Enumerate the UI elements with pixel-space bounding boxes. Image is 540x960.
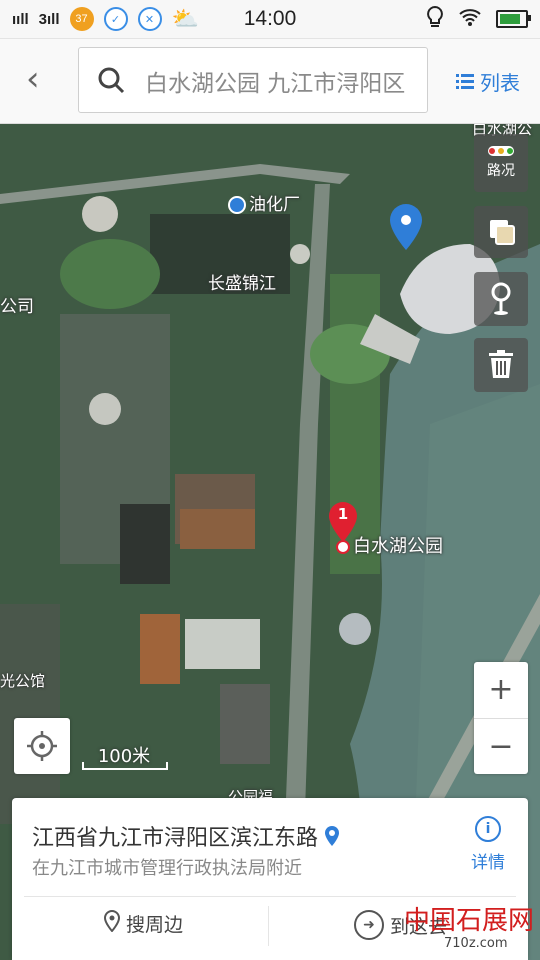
lightbulb-icon [426, 5, 444, 34]
marker-number: 1 [337, 505, 349, 523]
marker-tool-button[interactable] [474, 272, 528, 326]
watermark-url: 710z.com [444, 936, 508, 951]
zoom-in-button[interactable]: + [474, 662, 528, 718]
zoom-control: + − [474, 662, 528, 774]
bus-stop-icon [228, 196, 246, 214]
address-text: 江西省九江市浔阳区滨江东路 [32, 826, 319, 851]
map-scale: 100米 [82, 742, 168, 772]
scale-bar [82, 762, 168, 770]
status-bar: ııll 3ıll 37 ✓ ✕ ⛅ 14:00 [0, 0, 540, 39]
layers-icon [488, 218, 516, 250]
list-icon [456, 70, 474, 94]
info-icon: i [475, 816, 501, 842]
site-watermark: 中国石展网 710z.com [340, 896, 540, 960]
list-button[interactable]: 列表 [456, 67, 520, 96]
action-divider [268, 906, 269, 946]
search-icon [97, 66, 125, 98]
locate-me-button[interactable] [14, 718, 70, 774]
poi-dot-icon [336, 540, 350, 554]
map-label-company[interactable]: 公司 [0, 292, 34, 317]
zoom-out-button[interactable]: − [474, 719, 528, 775]
crosshair-icon [27, 731, 57, 765]
search-box[interactable]: 白水湖公园 九江市浔阳区 [78, 47, 428, 113]
search-nearby-label: 搜周边 [126, 914, 184, 936]
wifi-icon [458, 7, 482, 32]
search-header: ‹ 白水湖公园 九江市浔阳区 列表 [0, 39, 540, 124]
trash-icon [489, 350, 513, 382]
address-line: 江西省九江市浔阳区滨江东路 [32, 820, 340, 852]
back-button[interactable]: ‹ [26, 59, 56, 99]
traffic-button[interactable]: 路况 [474, 134, 528, 192]
station-name: 油化厂 [249, 195, 300, 215]
map-pin-icon [490, 282, 512, 320]
layers-button[interactable] [474, 206, 528, 258]
traffic-label: 路况 [487, 163, 515, 179]
clear-button[interactable] [474, 338, 528, 392]
nearby-text: 在九江市城市管理行政执法局附近 [32, 858, 302, 879]
search-nearby-button[interactable]: 搜周边 [103, 909, 184, 937]
watermark-title: 中国石展网 [404, 906, 535, 936]
detail-label: 详情 [471, 853, 505, 873]
list-label: 列表 [480, 71, 520, 95]
map-label-bottom-left[interactable]: 光公馆 [0, 670, 45, 691]
current-location-pin-icon[interactable] [390, 204, 422, 254]
location-marker-icon [325, 826, 340, 852]
map-label-park[interactable]: 白水湖公园 [336, 532, 443, 558]
detail-button[interactable]: i 详情 [466, 816, 510, 873]
search-query[interactable]: 白水湖公园 九江市浔阳区 [145, 64, 405, 98]
battery-icon [496, 10, 531, 28]
map-label-station[interactable]: 油化厂 [228, 190, 300, 215]
pin-outline-icon [103, 909, 121, 937]
park-name: 白水湖公园 [353, 536, 443, 557]
map-label-complex[interactable]: 长盛锦江 [208, 269, 276, 294]
traffic-light-icon [488, 146, 514, 156]
